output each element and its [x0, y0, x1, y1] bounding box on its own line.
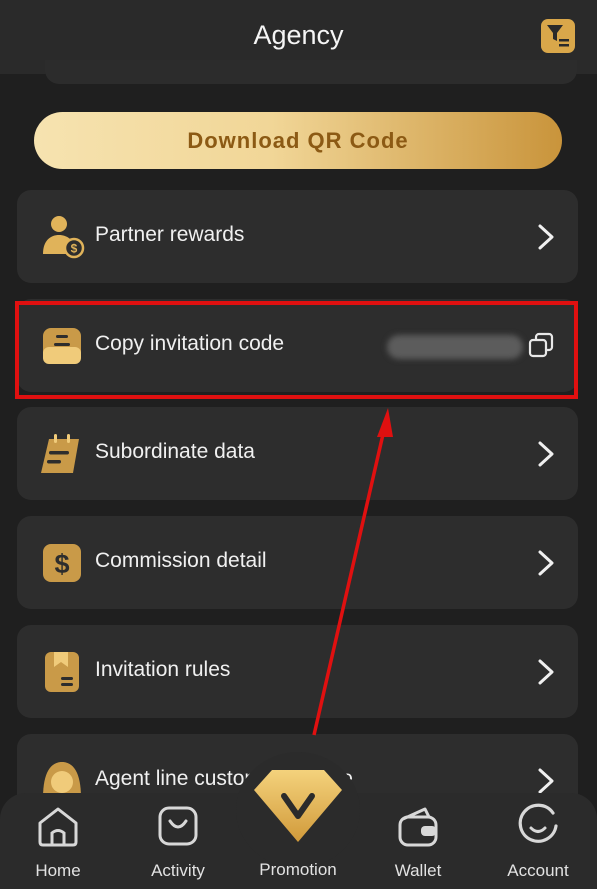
account-icon: [518, 803, 558, 843]
activity-bag-icon: [158, 806, 198, 846]
annotation-highlight-box: [15, 301, 578, 399]
nav-home[interactable]: Home: [3, 803, 113, 889]
svg-text:$: $: [71, 242, 78, 256]
commission-detail-row[interactable]: $ Commission detail: [17, 516, 578, 609]
chevron-right-icon: [538, 224, 554, 250]
chevron-right-icon: [538, 441, 554, 467]
promotion-diamond-icon[interactable]: [250, 766, 346, 846]
dollar-icon: $: [43, 544, 81, 582]
nav-activity[interactable]: Activity: [123, 803, 233, 889]
nav-activity-label: Activity: [151, 861, 205, 880]
wallet-icon: [398, 807, 438, 847]
bookmark-doc-icon: [45, 652, 79, 692]
partner-rewards-icon: $: [43, 216, 85, 259]
nav-wallet[interactable]: Wallet: [363, 803, 473, 889]
subordinate-data-row[interactable]: Subordinate data: [17, 407, 578, 500]
home-icon: [38, 807, 78, 847]
nav-account[interactable]: Account: [483, 803, 593, 889]
partner-rewards-label: Partner rewards: [95, 223, 245, 246]
filter-list-icon[interactable]: [541, 19, 575, 53]
page-title: Agency: [253, 20, 344, 50]
calendar-note-icon: [41, 434, 79, 473]
nav-wallet-label: Wallet: [394, 861, 442, 880]
invitation-rules-label: Invitation rules: [95, 658, 231, 681]
partner-rewards-row[interactable]: $ Partner rewards: [17, 190, 578, 283]
download-qr-code-button[interactable]: Download QR Code: [34, 112, 562, 169]
chevron-right-icon: [538, 768, 554, 794]
commission-detail-label: Commission detail: [95, 549, 267, 572]
nav-account-label: Account: [507, 861, 569, 880]
nav-promotion-label[interactable]: Promotion: [236, 860, 360, 880]
invitation-rules-row[interactable]: Invitation rules: [17, 625, 578, 718]
svg-text:$: $: [54, 549, 69, 579]
nav-home-label: Home: [35, 861, 81, 880]
chevron-right-icon: [538, 659, 554, 685]
chevron-right-icon: [538, 550, 554, 576]
previous-card-edge: [45, 60, 577, 84]
subordinate-data-label: Subordinate data: [95, 440, 255, 463]
